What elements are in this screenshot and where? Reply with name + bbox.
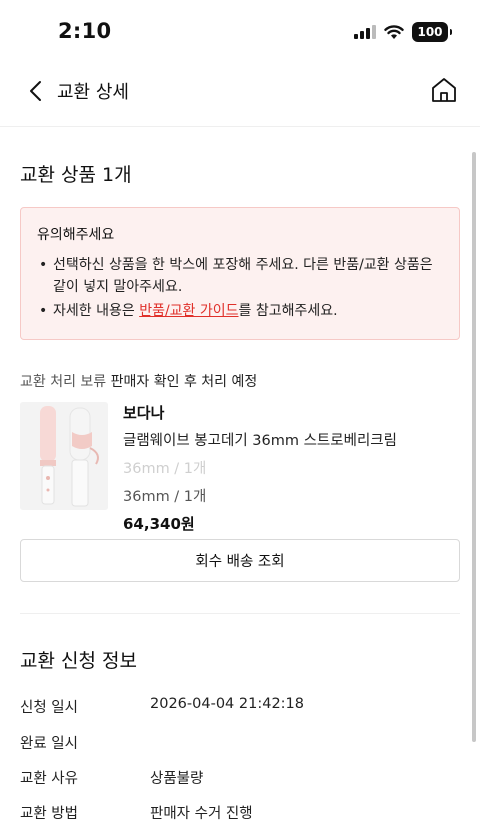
product-image[interactable] — [20, 402, 108, 510]
status-time: 2:10 — [58, 19, 112, 43]
product-price: 64,340원 — [123, 515, 195, 533]
exchange-items-title: 교환 상품 1개 — [20, 164, 132, 186]
notice-item: 자세한 내용은 반품/교환 가이드를 참고해주세요. — [37, 300, 443, 322]
status-hold-label: 교환 처리 보류 — [20, 374, 107, 390]
notice-text: 자세한 내용은 — [53, 303, 140, 319]
status-icons: 100 — [354, 22, 452, 42]
info-label: 교환 사유 — [20, 771, 78, 787]
original-option: 36mm / 1개 — [123, 461, 207, 477]
wifi-icon — [384, 24, 404, 39]
page-title: 교환 상세 — [57, 82, 129, 103]
status-description: 판매자 확인 후 처리 예정 — [106, 374, 258, 390]
status-bar: 2:10 100 — [0, 0, 480, 62]
notice-item: 선택하신 상품을 한 박스에 포장해 주세요. 다른 반품/교환 상품은 같이 … — [37, 254, 443, 298]
info-value: 상품불량 — [150, 771, 204, 787]
product-info: 보다나 글램웨이브 봉고데기 36mm 스트로베리크림 36mm / 1개 36… — [123, 402, 397, 534]
track-pickup-button[interactable]: 회수 배송 조회 — [20, 539, 460, 582]
request-info-title: 교환 신청 정보 — [20, 650, 137, 672]
back-button[interactable] — [22, 76, 48, 106]
signal-icon — [354, 25, 376, 39]
notice-box: 유의해주세요 선택하신 상품을 한 박스에 포장해 주세요. 다른 반품/교환 … — [20, 207, 460, 340]
notice-text: 를 참고해주세요. — [238, 303, 338, 319]
info-value: 판매자 수거 진행 — [150, 806, 253, 822]
exchange-status: 교환 처리 보류 판매자 확인 후 처리 예정 — [20, 371, 257, 391]
scrollbar[interactable] — [472, 152, 476, 742]
product-name[interactable]: 글램웨이브 봉고데기 36mm 스트로베리크림 — [123, 429, 397, 450]
notice-title: 유의해주세요 — [37, 227, 115, 243]
product-brand[interactable]: 보다나 — [123, 402, 397, 423]
home-icon — [432, 78, 456, 102]
exchange-option: 36mm / 1개 — [123, 489, 207, 505]
return-guide-link[interactable]: 반품/교환 가이드 — [139, 303, 238, 319]
curling-iron-image — [20, 402, 108, 510]
chevron-left-icon — [30, 81, 41, 101]
battery-icon: 100 — [412, 22, 452, 42]
info-label: 완료 일시 — [20, 736, 78, 752]
header-divider — [0, 126, 480, 127]
info-value: 2026-04-04 21:42:18 — [150, 696, 304, 712]
nav-bar: 교환 상세 — [0, 62, 480, 120]
info-label: 신청 일시 — [20, 700, 78, 716]
section-divider — [20, 613, 460, 614]
home-button[interactable] — [428, 74, 460, 106]
info-label: 교환 방법 — [20, 806, 78, 822]
